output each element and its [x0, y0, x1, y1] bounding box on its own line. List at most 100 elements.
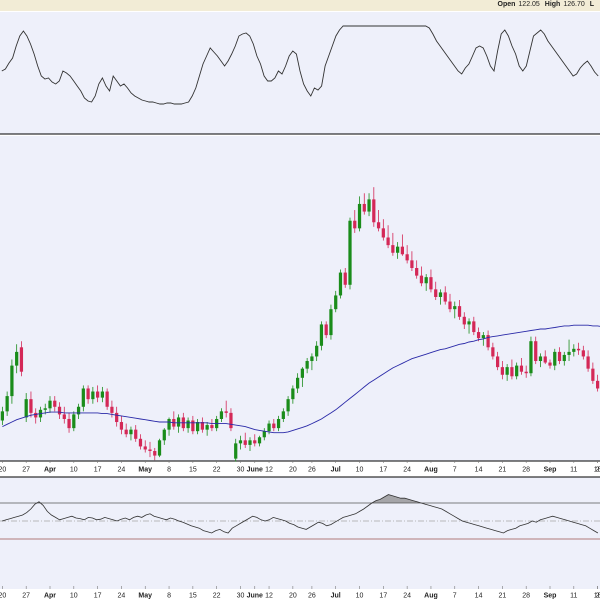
- x-tick-label: 27: [22, 593, 30, 600]
- candle-body: [348, 220, 352, 285]
- candle-body: [210, 425, 214, 429]
- candle-body: [496, 356, 500, 368]
- x-tick-label: 20: [289, 593, 297, 600]
- x-tick-label: 7: [453, 593, 457, 600]
- candle-body: [5, 396, 9, 412]
- candle-body: [72, 414, 76, 429]
- candle-body: [124, 429, 128, 435]
- x-tick-label: 24: [118, 467, 126, 474]
- x-tick-label: 15: [189, 467, 197, 474]
- x-tick-label: 12: [265, 467, 273, 474]
- candle-body: [386, 237, 390, 246]
- candle-body: [34, 412, 38, 418]
- candle-body: [553, 351, 557, 366]
- candle-body: [291, 388, 295, 400]
- candle-body: [10, 365, 14, 397]
- candle-body: [276, 418, 281, 429]
- x-tick-label: 22: [213, 467, 221, 474]
- candle-body: [305, 361, 309, 369]
- x-tick-label: Aug: [424, 467, 438, 474]
- x-tick-label: 17: [379, 467, 387, 474]
- candle-body: [415, 268, 419, 276]
- candle-body: [219, 411, 224, 419]
- x-axis-band: [0, 589, 600, 600]
- x-tick-label: Jul: [331, 467, 341, 474]
- bottom-panel-background: [0, 477, 600, 589]
- candle-body: [205, 425, 209, 430]
- candle-body: [24, 399, 28, 418]
- candle-body: [119, 422, 124, 430]
- x-tick-label: 30: [237, 593, 245, 600]
- x-tick-label: 12: [265, 593, 273, 600]
- x-tick-label: Sep: [544, 593, 557, 600]
- candle-body: [505, 367, 509, 375]
- x-tick-label: 24: [118, 593, 126, 600]
- candle-body: [376, 222, 381, 229]
- x-tick-label: 28: [522, 593, 530, 600]
- candle-body: [167, 418, 171, 430]
- x-tick-label: Sep: [544, 467, 557, 474]
- candle-body: [315, 345, 319, 357]
- x-tick-label: 17: [94, 467, 102, 474]
- candle-body: [229, 412, 233, 429]
- x-tick-label: 10: [356, 593, 364, 600]
- x-tick-label: 26: [308, 593, 316, 600]
- candle-body: [381, 228, 385, 238]
- candle-body: [115, 412, 119, 423]
- candle-body: [257, 437, 262, 444]
- x-tick-label: Apr: [44, 593, 56, 600]
- x-tick-label: Aug: [424, 593, 438, 600]
- x-tick-label: 20: [289, 467, 297, 474]
- candle-body: [391, 245, 395, 253]
- x-tick-label: 26: [308, 467, 316, 474]
- candle-body: [224, 411, 228, 413]
- candle-body: [462, 316, 466, 325]
- candle-body: [481, 335, 485, 339]
- x-tick-label: May: [138, 467, 152, 474]
- x-tick-label: 10: [70, 467, 78, 474]
- candle-body: [453, 306, 457, 310]
- candle-body: [591, 368, 595, 381]
- x-tick-label: 11: [570, 593, 577, 600]
- x-tick-label: Jul: [331, 593, 341, 600]
- candle-body: [81, 388, 85, 407]
- x-tick-label: 24: [403, 467, 411, 474]
- candle-body: [153, 451, 157, 456]
- candle-body: [567, 351, 571, 355]
- candle-body: [296, 377, 300, 389]
- candle-body: [491, 347, 495, 357]
- candle-body: [191, 420, 195, 432]
- candle-body: [362, 203, 366, 212]
- x-tick-label: 11: [570, 467, 577, 474]
- candle-body: [162, 429, 166, 441]
- candle-body: [372, 199, 376, 223]
- x-tick-label: 10: [356, 467, 364, 474]
- candle-body: [548, 362, 552, 366]
- x-tick-label: 15: [189, 593, 197, 600]
- candle-body: [367, 199, 371, 212]
- candle-body: [234, 443, 238, 459]
- top-indicator-panel: [0, 12, 600, 135]
- price-x-axis: 20 27 Apr 10 17 24 May 8 15 22 30 June 12 20 26 Jul 10 17…: [0, 460, 600, 474]
- candle-body: [429, 277, 433, 290]
- candle-body: [176, 417, 181, 427]
- x-tick-label: 8: [167, 593, 171, 600]
- candle-body: [53, 400, 57, 407]
- x-tick-label: 17: [94, 593, 102, 600]
- x-tick-label: 10: [70, 593, 78, 600]
- x-tick-label: 21: [498, 467, 506, 474]
- price-panel: [0, 136, 600, 462]
- chart-stage: Open 122.05 High 126.70 L 20 27 Apr 10 17 24 May…: [0, 0, 600, 600]
- candle-body: [329, 309, 333, 336]
- candle-body: [519, 365, 524, 372]
- x-tick-label: 14: [475, 593, 483, 600]
- top-panel-background: [0, 12, 600, 134]
- candle-body: [438, 292, 443, 297]
- candle-body: [62, 414, 66, 419]
- candle-body: [86, 388, 90, 400]
- candle-body: [248, 440, 252, 445]
- candle-body: [500, 367, 504, 375]
- candle-body: [596, 380, 600, 389]
- candle-body: [300, 368, 304, 378]
- candle-body: [324, 324, 328, 336]
